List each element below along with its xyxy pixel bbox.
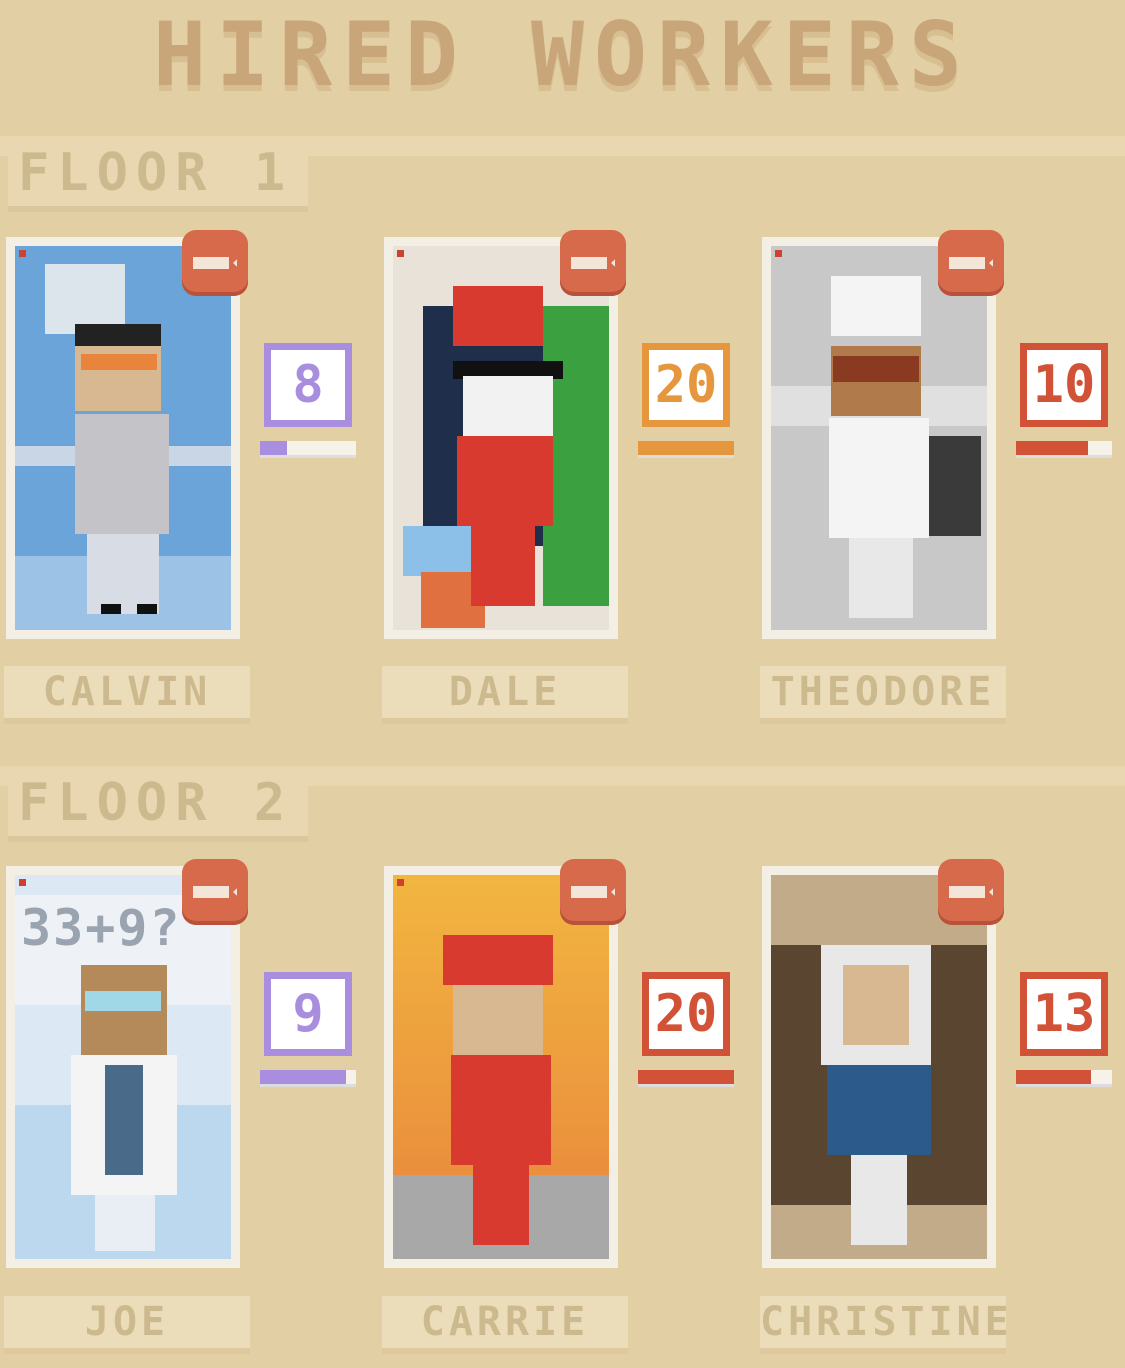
wrench-icon bbox=[193, 257, 237, 269]
worker-portrait bbox=[15, 246, 231, 630]
level-progress-fill bbox=[1016, 1070, 1091, 1084]
whiteboard-text: 33+9? bbox=[21, 899, 182, 957]
fire-worker-button[interactable] bbox=[560, 230, 626, 296]
worker-card-joe[interactable]: 33+9? bbox=[6, 866, 240, 1268]
level-badge: 20 bbox=[642, 343, 730, 427]
worker-portrait: 33+9? bbox=[15, 875, 231, 1259]
worker-card-calvin[interactable] bbox=[6, 237, 240, 639]
level-progress bbox=[260, 441, 356, 455]
worker-card-dale[interactable] bbox=[384, 237, 618, 639]
worker-card-theodore[interactable] bbox=[762, 237, 996, 639]
wrench-icon bbox=[949, 257, 993, 269]
fire-worker-button[interactable] bbox=[182, 230, 248, 296]
level-badge: 9 bbox=[264, 972, 352, 1056]
worker-name: JOE bbox=[4, 1296, 250, 1348]
worker-portrait bbox=[393, 875, 609, 1259]
level-progress bbox=[1016, 1070, 1112, 1084]
wrench-icon bbox=[571, 257, 615, 269]
level-progress bbox=[1016, 441, 1112, 455]
page-title: HIRED WORKERS bbox=[153, 3, 972, 106]
wrench-icon bbox=[949, 886, 993, 898]
level-badge: 8 bbox=[264, 343, 352, 427]
level-progress bbox=[638, 441, 734, 455]
worker-portrait bbox=[771, 246, 987, 630]
fire-worker-button[interactable] bbox=[182, 859, 248, 925]
worker-name: THEODORE bbox=[760, 666, 1006, 718]
level-progress-fill bbox=[260, 441, 287, 455]
wrench-icon bbox=[571, 886, 615, 898]
wrench-icon bbox=[193, 886, 237, 898]
level-progress-fill bbox=[638, 441, 734, 455]
status-dot bbox=[397, 250, 404, 257]
level-progress-fill bbox=[1016, 441, 1088, 455]
level-progress bbox=[638, 1070, 734, 1084]
worker-portrait bbox=[393, 246, 609, 630]
floor-1-label: FLOOR 1 bbox=[8, 140, 308, 206]
level-progress bbox=[260, 1070, 356, 1084]
worker-card-carrie[interactable] bbox=[384, 866, 618, 1268]
worker-name: CHRISTINE bbox=[760, 1296, 1009, 1348]
level-badge: 13 bbox=[1020, 972, 1108, 1056]
level-badge: 20 bbox=[642, 972, 730, 1056]
floor-2-label: FLOOR 2 bbox=[8, 770, 308, 836]
level-progress-fill bbox=[638, 1070, 734, 1084]
level-badge: 10 bbox=[1020, 343, 1108, 427]
status-dot bbox=[397, 879, 404, 886]
worker-portrait bbox=[771, 875, 987, 1259]
status-dot bbox=[19, 250, 26, 257]
worker-name: CARRIE bbox=[382, 1296, 628, 1348]
status-dot bbox=[775, 250, 782, 257]
worker-name: DALE bbox=[382, 666, 628, 718]
fire-worker-button[interactable] bbox=[938, 230, 1004, 296]
level-progress-fill bbox=[260, 1070, 347, 1084]
fire-worker-button[interactable] bbox=[938, 859, 1004, 925]
worker-card-christine[interactable] bbox=[762, 866, 996, 1268]
fire-worker-button[interactable] bbox=[560, 859, 626, 925]
status-dot bbox=[19, 879, 26, 886]
worker-name: CALVIN bbox=[4, 666, 250, 718]
